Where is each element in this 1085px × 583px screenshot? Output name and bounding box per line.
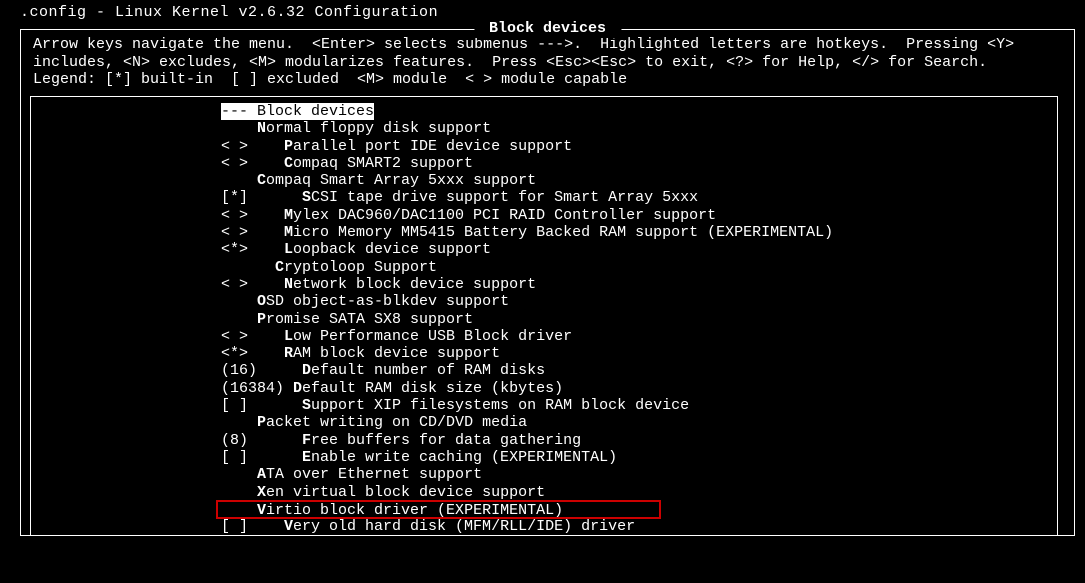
menu-item[interactable]: Compaq Smart Array 5xxx support (31, 172, 1057, 189)
menu-list[interactable]: --- Block devices Normal floppy disk sup… (30, 96, 1058, 535)
help-text: Arrow keys navigate the menu. <Enter> se… (33, 36, 1062, 88)
highlighted-item[interactable]: Virtio block driver (EXPERIMENTAL) (216, 500, 661, 519)
menu-item[interactable]: [ ] Very old hard disk (MFM/RLL/IDE) dri… (31, 518, 1057, 535)
menu-item[interactable]: < > Compaq SMART2 support (31, 155, 1057, 172)
menu-item[interactable]: Promise SATA SX8 support (31, 311, 1057, 328)
menu-item[interactable]: [ ] Enable write caching (EXPERIMENTAL) (31, 449, 1057, 466)
menu-item[interactable]: [*] SCSI tape drive support for Smart Ar… (31, 189, 1057, 206)
menu-item[interactable]: < > Parallel port IDE device support (31, 138, 1057, 155)
menu-item[interactable]: Normal floppy disk support (31, 120, 1057, 137)
menu-item[interactable]: (16) Default number of RAM disks (31, 362, 1057, 379)
window-title: .config - Linux Kernel v2.6.32 Configura… (20, 4, 1085, 21)
menu-item[interactable]: [ ] Support XIP filesystems on RAM block… (31, 397, 1057, 414)
menu-item[interactable]: Virtio block driver (EXPERIMENTAL) (31, 501, 1057, 518)
menu-item[interactable]: --- Block devices (31, 103, 1057, 120)
menu-item[interactable]: (16384) Default RAM disk size (kbytes) (31, 380, 1057, 397)
menu-item[interactable]: OSD object-as-blkdev support (31, 293, 1057, 310)
menu-item[interactable]: < > Micro Memory MM5415 Battery Backed R… (31, 224, 1057, 241)
menu-item[interactable]: <*> Loopback device support (31, 241, 1057, 258)
frame-block-devices: Block devices Arrow keys navigate the me… (20, 29, 1075, 536)
menu-item[interactable]: (8) Free buffers for data gathering (31, 432, 1057, 449)
menu-item[interactable]: Xen virtual block device support (31, 484, 1057, 501)
menu-item[interactable]: < > Low Performance USB Block driver (31, 328, 1057, 345)
menu-item[interactable]: ATA over Ethernet support (31, 466, 1057, 483)
menu-item[interactable]: < > Mylex DAC960/DAC1100 PCI RAID Contro… (31, 207, 1057, 224)
menu-item[interactable]: Packet writing on CD/DVD media (31, 414, 1057, 431)
frame-title: Block devices (474, 20, 621, 37)
menu-item[interactable]: < > Network block device support (31, 276, 1057, 293)
menu-item[interactable]: <*> RAM block device support (31, 345, 1057, 362)
menu-item[interactable]: Cryptoloop Support (31, 259, 1057, 276)
